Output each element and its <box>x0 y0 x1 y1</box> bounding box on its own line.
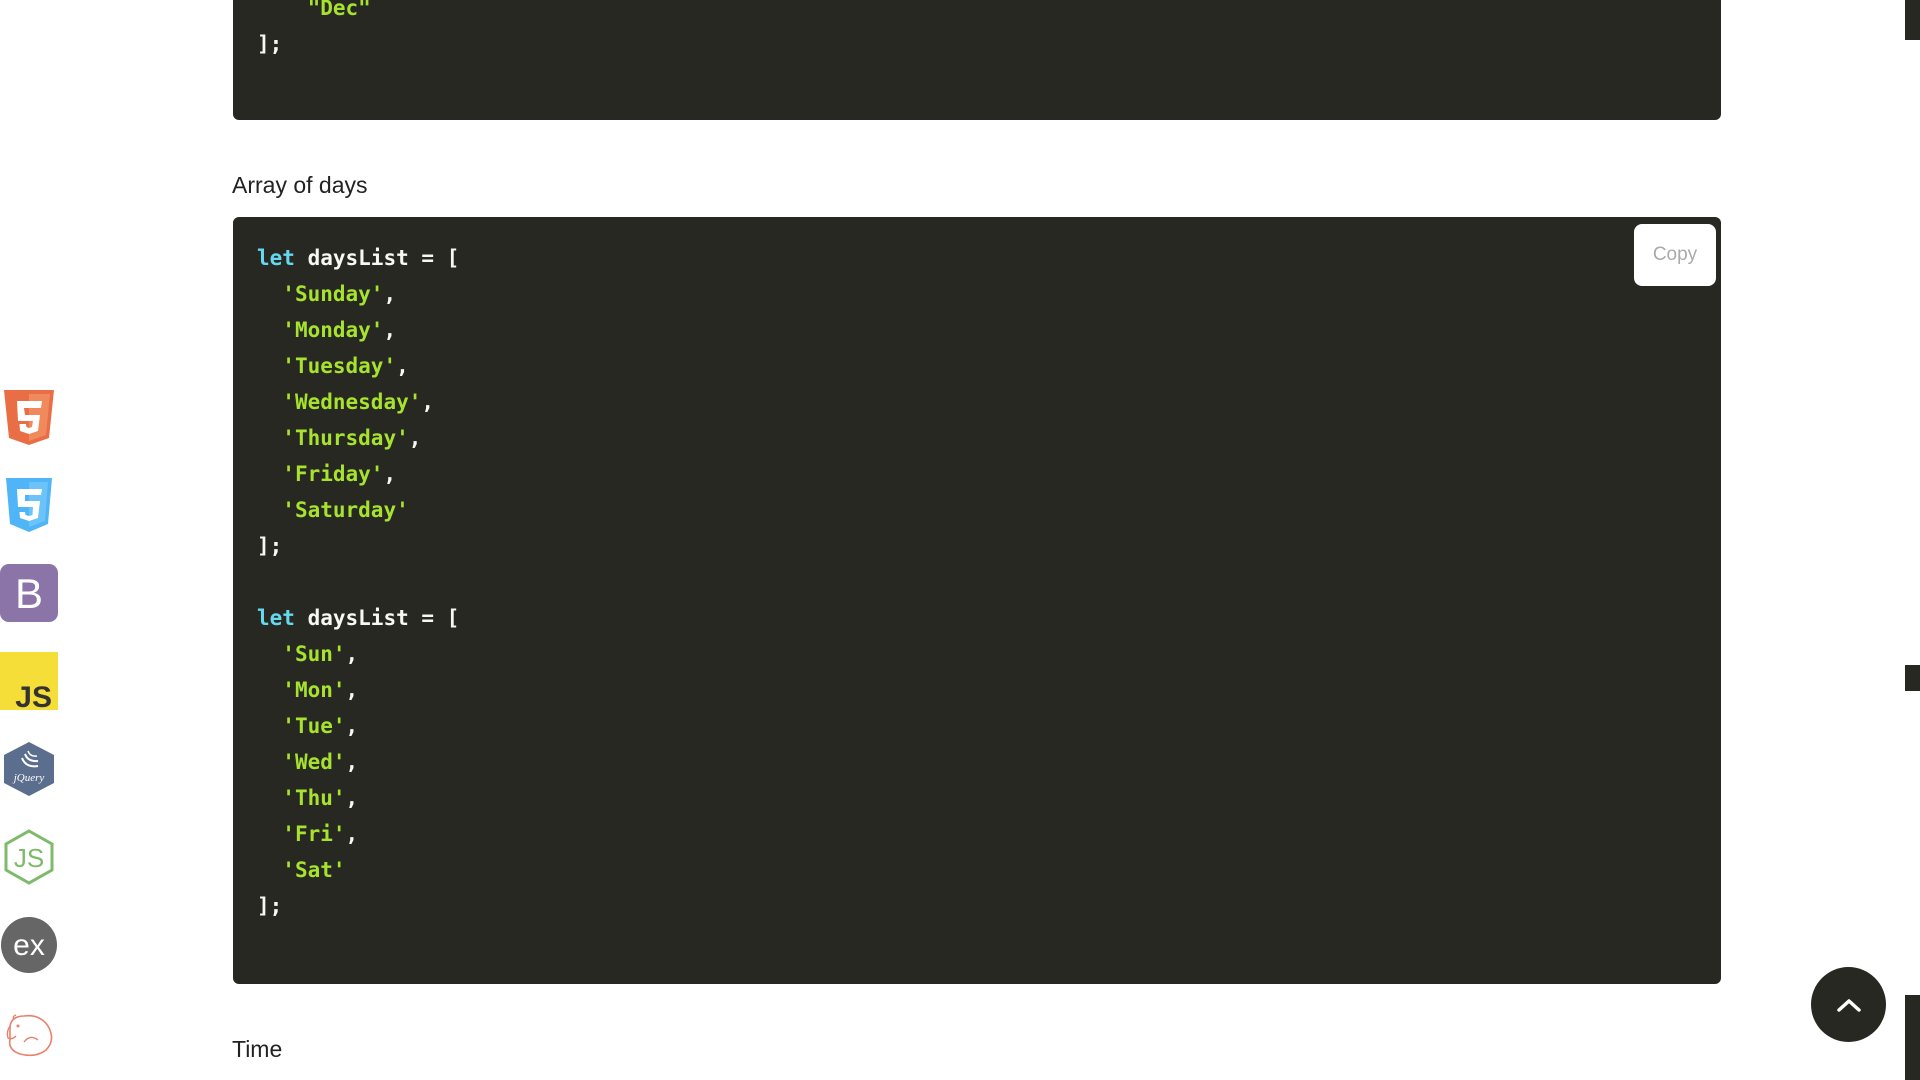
code-string: 'Sun' <box>282 642 346 666</box>
svg-text:B: B <box>15 570 43 617</box>
code-text: , <box>383 282 397 306</box>
code-string: 'Friday' <box>282 462 384 486</box>
javascript-icon[interactable]: JS <box>0 652 58 714</box>
section-label-days: Array of days <box>232 172 368 198</box>
chevron-up-icon <box>1836 998 1861 1012</box>
bootstrap-icon[interactable]: B <box>0 564 58 622</box>
code-line: 'Tuesday', <box>257 348 459 384</box>
code-line: ]; <box>257 528 459 564</box>
code-string: 'Tue' <box>282 714 346 738</box>
code-text: , <box>383 462 397 486</box>
code-string: 'Sunday' <box>282 282 384 306</box>
code-string: 'Tuesday' <box>282 354 397 378</box>
code-text: , <box>345 822 359 846</box>
code-string: 'Wed' <box>282 750 346 774</box>
code-string: 'Fri' <box>282 822 346 846</box>
code-string: 'Thu' <box>282 786 346 810</box>
code-text: , <box>421 390 435 414</box>
code-line: 'Monday', <box>257 312 459 348</box>
code-line: ]; <box>257 26 371 62</box>
code-keyword: let <box>257 246 295 270</box>
code-line: "Dec" <box>257 0 371 26</box>
code-line: ]; <box>257 888 459 924</box>
code-line: 'Tue', <box>257 708 459 744</box>
hamster-icon[interactable] <box>0 1004 58 1062</box>
code-line: 'Wednesday', <box>257 384 459 420</box>
code-text: , <box>396 354 409 378</box>
svg-text:JS: JS <box>15 681 52 710</box>
code-text: daysList = [ <box>294 246 460 270</box>
code-line: let daysList = [ <box>257 600 459 636</box>
code-line: 'Saturday' <box>257 492 459 528</box>
code-line: 'Fri', <box>257 816 459 852</box>
code-line: 'Thursday', <box>257 420 459 456</box>
code-string: 'Monday' <box>282 318 384 342</box>
code-line: let daysList = [ <box>257 240 459 276</box>
code-string: 'Sat' <box>282 858 346 882</box>
code-string: "Dec" <box>307 0 371 20</box>
code-content: let daysList = [ 'Sunday', 'Monday', 'Tu… <box>257 240 459 924</box>
copy-button[interactable]: Copy <box>1634 224 1716 286</box>
svg-text:JS: JS <box>14 843 44 873</box>
code-text: , <box>383 318 397 342</box>
code-content: "Dec"]; <box>257 0 371 62</box>
nodejs-icon[interactable]: JS <box>0 828 58 886</box>
svg-text:jQuery: jQuery <box>12 772 45 784</box>
code-text: , <box>345 750 359 774</box>
code-block-months: "Dec"]; <box>233 0 1721 120</box>
code-line: 'Wed', <box>257 744 459 780</box>
code-text: ]; <box>257 32 283 56</box>
css3-icon[interactable] <box>0 476 58 534</box>
code-line: 'Mon', <box>257 672 459 708</box>
code-text: , <box>345 642 359 666</box>
right-edge-element <box>1905 665 1920 691</box>
code-block-days: let daysList = [ 'Sunday', 'Monday', 'Tu… <box>233 217 1721 984</box>
code-text: ]; <box>257 534 283 558</box>
code-text: , <box>345 678 359 702</box>
code-line: 'Friday', <box>257 456 459 492</box>
code-text: ]; <box>257 894 283 918</box>
code-string: 'Thursday' <box>282 426 409 450</box>
code-keyword: let <box>257 606 295 630</box>
jquery-icon[interactable]: jQuery <box>0 740 58 798</box>
code-string: 'Wednesday' <box>282 390 422 414</box>
code-text: , <box>345 714 359 738</box>
code-line: 'Sun', <box>257 636 459 672</box>
code-line: 'Sat' <box>257 852 459 888</box>
code-text: daysList = [ <box>294 606 460 630</box>
code-string: 'Mon' <box>282 678 346 702</box>
express-icon[interactable]: ex <box>0 916 58 974</box>
svg-text:ex: ex <box>13 929 45 962</box>
code-text: , <box>345 786 359 810</box>
section-label-time: Time <box>232 1036 283 1062</box>
right-edge-element <box>1905 0 1920 40</box>
code-line: 'Thu', <box>257 780 459 816</box>
scroll-to-top-button[interactable] <box>1811 967 1886 1042</box>
code-line: 'Sunday', <box>257 276 459 312</box>
html5-icon[interactable] <box>0 388 58 446</box>
code-text: , <box>408 426 422 450</box>
right-edge-element <box>1905 995 1920 1080</box>
code-string: 'Saturday' <box>282 498 409 522</box>
